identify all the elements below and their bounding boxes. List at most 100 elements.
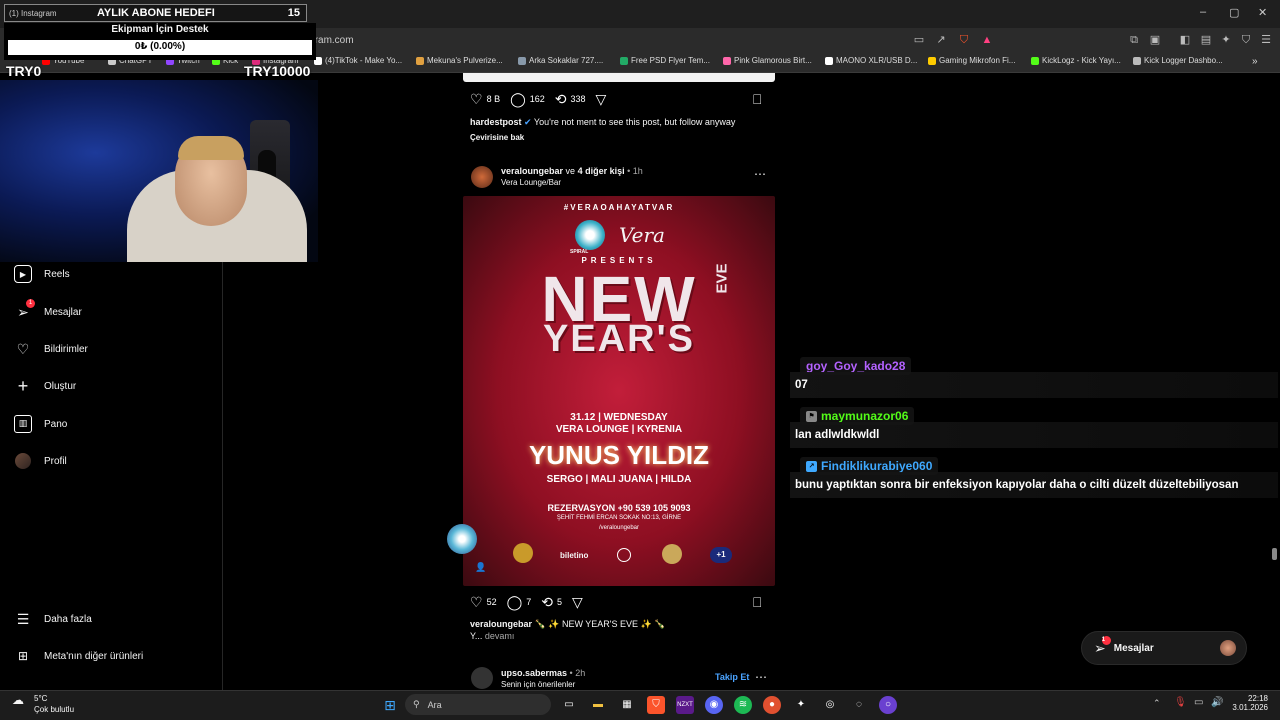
bookmark-item[interactable]: Arka Sokaklar 727....: [518, 56, 603, 65]
close-icon[interactable]: ✕: [1258, 6, 1267, 19]
sidebar-item-notifications[interactable]: ♡ Bildirimler: [14, 340, 88, 358]
chat-badge-icon: ⚑: [806, 410, 817, 422]
brave-browser-icon[interactable]: ⛉: [647, 696, 665, 714]
like-icon[interactable]: ♡: [470, 92, 483, 106]
bookmark-label: Arka Sokaklar 727....: [529, 56, 604, 65]
weather-desc[interactable]: Çok bulutlu: [34, 705, 74, 714]
sidebar-icon[interactable]: ◧: [1178, 33, 1192, 47]
bookmark-item[interactable]: Kick Logger Dashbo...: [1133, 56, 1223, 65]
like-count: 8 B: [486, 94, 501, 104]
app-icon[interactable]: ✦: [792, 696, 810, 714]
microphone-icon[interactable]: 🎙: [1174, 697, 1187, 708]
nzxt-icon[interactable]: NZXT: [676, 696, 694, 714]
goal-label: AYLIK ABONE HEDEFI: [97, 7, 215, 19]
bookmarks-overflow-icon[interactable]: »: [1252, 56, 1258, 67]
poster-title-line2: YEAR'S: [543, 318, 695, 360]
network-icon[interactable]: ▭: [1194, 697, 1203, 708]
app-icon[interactable]: ○: [879, 696, 897, 714]
sidebar-more[interactable]: ☰ Daha fazla: [14, 610, 92, 628]
post-caption: veraloungebar 🍾 ✨ NEW YEAR'S EVE ✨ 🍾: [470, 619, 665, 630]
person-hair: [178, 136, 244, 160]
comment-icon[interactable]: ◯: [507, 595, 523, 609]
brave-shield-icon[interactable]: ⛉: [957, 33, 971, 47]
sidebar-item-profile[interactable]: Profil: [14, 452, 67, 470]
caption-username[interactable]: veraloungebar: [470, 619, 532, 629]
bookmark-item[interactable]: Mekuna's Pulverize...: [416, 56, 503, 65]
webcam-feed: [0, 80, 318, 262]
vpn-icon[interactable]: ⛉: [1239, 33, 1253, 47]
discord-icon[interactable]: ◉: [705, 696, 723, 714]
translate-link[interactable]: Çevirisine bak: [470, 133, 524, 142]
maximize-icon[interactable]: ▢: [1229, 6, 1239, 19]
page-icon: [416, 56, 424, 65]
bookmark-item[interactable]: MAONO XLR/USB D...: [825, 56, 917, 65]
leo-icon[interactable]: ✦: [1219, 33, 1233, 47]
messages-pill[interactable]: ➢ 1 Mesajlar: [1081, 631, 1247, 665]
poster-support-acts: SERGO | MALI JUANA | HILDA: [546, 474, 692, 485]
caption-more-row: Y... devamı: [470, 631, 514, 641]
volume-icon[interactable]: 🔊: [1211, 697, 1223, 708]
bookmark-label: Kick Logger Dashbo...: [1144, 56, 1223, 65]
repost-count: 338: [570, 94, 586, 104]
page-scrollbar[interactable]: [1272, 548, 1277, 560]
windows-start-icon[interactable]: ⊞: [381, 696, 399, 714]
more-options-icon[interactable]: ⋯: [754, 167, 766, 181]
comment-icon[interactable]: ◯: [510, 92, 526, 106]
post-collaborators[interactable]: 4 diğer kişi: [578, 166, 625, 176]
app-icon[interactable]: ●: [763, 696, 781, 714]
minimize-icon[interactable]: –: [1200, 6, 1206, 18]
bookmark-item[interactable]: Free PSD Flyer Tem...: [620, 56, 710, 65]
repost-icon[interactable]: ⟲: [541, 595, 553, 609]
file-explorer-icon[interactable]: ▬: [589, 696, 607, 714]
bookmark-label: KickLogz - Kick Yayı...: [1042, 56, 1121, 65]
address-bar[interactable]: instagram.com: [282, 32, 902, 50]
bookmark-item[interactable]: KickLogz - Kick Yayı...: [1031, 56, 1121, 65]
sidebar-meta-products[interactable]: ⊞ Meta'nın diğer ürünleri: [14, 647, 143, 665]
more-options-icon[interactable]: ⋯: [755, 670, 767, 684]
more-link[interactable]: devamı: [485, 631, 515, 641]
spotify-icon[interactable]: ≋: [734, 696, 752, 714]
post-username[interactable]: veraloungebar: [501, 166, 563, 176]
taskbar-search[interactable]: ⚲ Ara: [405, 694, 551, 715]
bookmark-item[interactable]: Gaming Mikrofon Fi...: [928, 56, 1015, 65]
weather-temp[interactable]: 5°C: [34, 694, 47, 703]
clock[interactable]: 22:18 3.01.2026: [1232, 694, 1268, 712]
caption-username[interactable]: hardestpost: [470, 117, 522, 127]
extensions-icon[interactable]: ⧉: [1127, 33, 1141, 47]
menu-icon[interactable]: ☰: [1259, 33, 1273, 47]
post-actions: ♡ 8 B ◯ 162 ⟲ 338 ▽: [470, 92, 606, 106]
sidebar-item-dashboard[interactable]: ▥ Pano: [14, 415, 67, 433]
bookmark-label: MAONO XLR/USB D...: [836, 56, 918, 65]
store-icon[interactable]: ▦: [618, 696, 636, 714]
cast-icon[interactable]: ▭: [912, 33, 926, 47]
bookmark-icon[interactable]: ⎕: [753, 595, 761, 609]
sidebar-item-create[interactable]: + Oluştur: [14, 376, 77, 396]
post-image[interactable]: #VERAOAHAYATVAR SPIRAL Vera PRESENTS NEW…: [463, 196, 775, 586]
bookmark-item[interactable]: Pink Glamorous Birt...: [723, 56, 812, 65]
avatar[interactable]: [471, 166, 493, 188]
brave-rewards-icon[interactable]: ▲: [980, 33, 994, 47]
like-icon[interactable]: ♡: [470, 595, 483, 609]
post-location[interactable]: Vera Lounge/Bar: [501, 178, 561, 187]
tab-search-icon[interactable]: ▣: [1148, 33, 1162, 47]
task-view-icon[interactable]: ▭: [560, 696, 578, 714]
page-icon: [723, 56, 731, 65]
obs-icon[interactable]: ◎: [821, 696, 839, 714]
wallet-icon[interactable]: ▤: [1199, 33, 1213, 47]
sidebar-item-reels[interactable]: ▶ Reels: [14, 265, 70, 283]
notification-badge: 1: [1101, 635, 1111, 645]
post-username[interactable]: upso.sabermas: [501, 668, 567, 678]
bookmark-item[interactable]: (4)TikTok - Make Yo...: [314, 56, 402, 65]
repost-icon[interactable]: ⟲: [555, 92, 567, 106]
chevron-up-icon[interactable]: ⌃: [1153, 698, 1161, 709]
share-icon[interactable]: ▽: [572, 595, 583, 609]
tagged-user-icon[interactable]: 👤: [475, 562, 486, 573]
follow-button[interactable]: Takip Et: [715, 672, 749, 682]
avatar[interactable]: [471, 667, 493, 689]
share-icon[interactable]: ↗: [934, 33, 948, 47]
sidebar-item-messages[interactable]: ➢ 1 Mesajlar: [14, 299, 82, 321]
steam-icon[interactable]: ◌: [850, 696, 868, 714]
bookmark-icon[interactable]: ⎕: [753, 92, 761, 106]
plus-icon: +: [17, 376, 29, 396]
share-icon[interactable]: ▽: [596, 92, 607, 106]
